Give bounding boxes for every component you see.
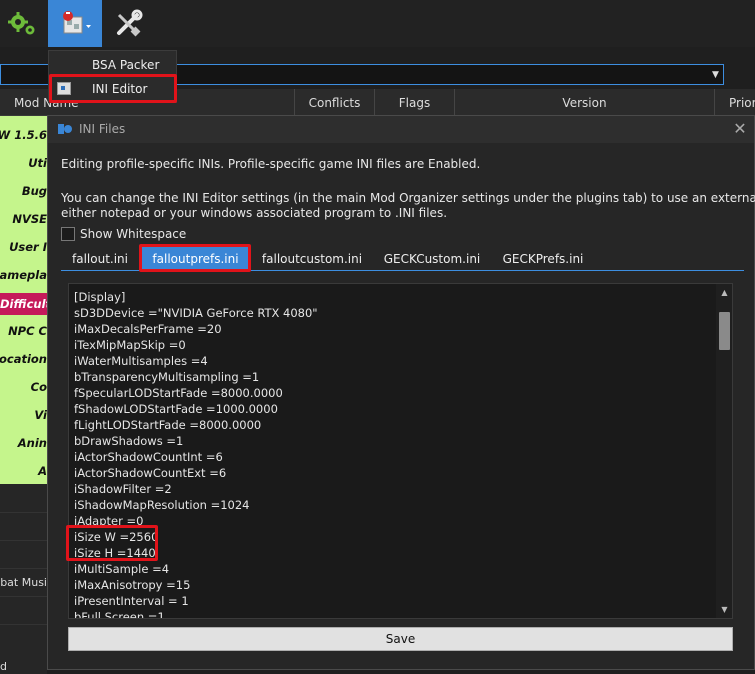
main-toolbar xyxy=(0,0,755,47)
ini-line: bFull Screen =1 xyxy=(74,610,165,619)
tools-icon xyxy=(63,10,91,33)
info-text-settings: You can change the INI Editor settings (… xyxy=(61,191,755,205)
ini-line: iMaxDecalsPerFrame =20 xyxy=(74,322,222,336)
row-divider xyxy=(0,512,47,513)
ini-line: iShadowMapResolution =1024 xyxy=(74,498,250,512)
gear-icon xyxy=(8,11,35,34)
ini-line: fSpecularLODStartFade =8000.0000 xyxy=(74,386,283,400)
row-divider xyxy=(0,568,47,569)
list-item[interactable]: d xyxy=(0,660,7,673)
mod-list-lower: bat Musi d xyxy=(0,484,47,674)
app-icon xyxy=(58,124,72,134)
list-item[interactable]: NVSE xyxy=(12,209,47,229)
show-whitespace-label[interactable]: Show Whitespace xyxy=(80,227,186,241)
ini-text-editor[interactable]: [Display] sD3DDevice ="NVIDIA GeForce RT… xyxy=(68,283,733,619)
show-whitespace-checkbox[interactable] xyxy=(61,227,75,241)
save-button[interactable]: Save xyxy=(68,627,733,651)
row-divider xyxy=(0,540,47,541)
list-item[interactable]: Uti xyxy=(28,153,47,173)
tab-falloutcustom-ini[interactable]: falloutcustom.ini xyxy=(252,247,372,271)
ini-line: bDrawShadows =1 xyxy=(74,434,184,448)
ini-tabs: fallout.ini falloutprefs.ini falloutcust… xyxy=(61,247,744,271)
tab-falloutprefs-ini[interactable]: falloutprefs.ini xyxy=(142,247,249,271)
column-conflicts[interactable]: Conflicts xyxy=(295,89,375,116)
dialog-titlebar[interactable]: INI Files ✕ xyxy=(48,116,754,143)
ini-line: iWaterMultisamples =4 xyxy=(74,354,208,368)
scrollbar-thumb[interactable] xyxy=(719,312,730,350)
wrench-screwdriver-icon xyxy=(117,9,143,36)
scroll-down-icon[interactable]: ▼ xyxy=(716,601,732,618)
ini-files-dialog: INI Files ✕ Editing profile-specific INI… xyxy=(47,115,755,670)
ini-line: iMaxAnisotropy =15 xyxy=(74,578,191,592)
menu-item-ini-editor[interactable]: INI Editor xyxy=(49,78,176,100)
list-item-selected[interactable]: Difficulty xyxy=(0,293,47,315)
ini-editor-icon xyxy=(57,82,71,95)
list-item[interactable]: NPC C xyxy=(8,321,47,341)
ini-line: iAdapter =0 xyxy=(74,514,144,528)
ini-line: iPresentInterval = 1 xyxy=(74,594,189,608)
info-text-settings-cont: either notepad or your windows associate… xyxy=(61,206,448,220)
ini-line: iActorShadowCountExt =6 xyxy=(74,466,227,480)
dialog-title: INI Files xyxy=(79,122,126,136)
column-version[interactable]: Version xyxy=(455,89,715,116)
mod-list: IEW 1.5.6 Uti Bug NVSE User I Gamepla Di… xyxy=(0,116,47,484)
info-text-profile: Editing profile-specific INIs. Profile-s… xyxy=(61,157,481,171)
list-item[interactable]: Gamepla xyxy=(0,265,47,285)
row-divider xyxy=(0,596,47,597)
list-item[interactable]: IEW 1.5.6 xyxy=(0,125,47,145)
list-item[interactable]: Location xyxy=(0,349,47,369)
ini-line: iShadowFilter =2 xyxy=(74,482,172,496)
ini-line: bTransparencyMultisampling =1 xyxy=(74,370,260,384)
ini-line: sD3DDevice ="NVIDIA GeForce RTX 4080" xyxy=(74,306,318,320)
ini-line-size-height: iSize H =1440 xyxy=(74,546,156,560)
list-item[interactable]: Anin xyxy=(18,433,47,453)
tab-fallout-ini[interactable]: fallout.ini xyxy=(61,247,139,271)
menu-item-label: INI Editor xyxy=(92,82,148,96)
editor-scrollbar[interactable]: ▲ ▼ xyxy=(716,284,732,618)
settings-button[interactable] xyxy=(2,0,42,47)
column-flags[interactable]: Flags xyxy=(375,89,455,116)
menu-item-label: BSA Packer xyxy=(92,58,160,72)
list-item[interactable]: Vi xyxy=(34,405,47,425)
list-item[interactable]: A xyxy=(38,461,47,481)
ini-content: [Display] sD3DDevice ="NVIDIA GeForce RT… xyxy=(74,289,318,619)
list-item[interactable]: Co xyxy=(31,377,47,397)
chevron-down-icon[interactable]: ▼ xyxy=(707,64,724,85)
ini-line: iActorShadowCountInt =6 xyxy=(74,450,223,464)
scroll-up-icon[interactable]: ▲ xyxy=(716,284,732,301)
ini-line: [Display] xyxy=(74,290,126,304)
mod-organizer-window: ▼ Mod Name Conflicts Flags Version Prior… xyxy=(0,0,755,674)
close-icon[interactable]: ✕ xyxy=(732,121,748,137)
ini-line: iMultiSample =4 xyxy=(74,562,170,576)
list-item[interactable]: User I xyxy=(9,237,47,257)
list-item[interactable]: bat Musi xyxy=(0,576,47,589)
row-divider xyxy=(0,624,47,625)
ini-line-size-width: iSize W =2560 xyxy=(74,530,159,544)
ini-line: fShadowLODStartFade =1000.0000 xyxy=(74,402,278,416)
column-priority[interactable]: Prior xyxy=(715,89,755,116)
tools-settings-button[interactable] xyxy=(106,0,150,47)
menu-item-bsa-packer[interactable]: BSA Packer xyxy=(49,54,176,76)
list-item[interactable]: Bug xyxy=(22,181,47,201)
tools-menu-button[interactable] xyxy=(48,0,102,47)
ini-line: fLightLODStartFade =8000.0000 xyxy=(74,418,262,432)
ini-line: iTexMipMapSkip =0 xyxy=(74,338,186,352)
tab-geckprefs-ini[interactable]: GECKPrefs.ini xyxy=(493,247,593,271)
tools-dropdown-menu: BSA Packer INI Editor xyxy=(48,50,177,103)
tab-geckcustom-ini[interactable]: GECKCustom.ini xyxy=(377,247,487,271)
